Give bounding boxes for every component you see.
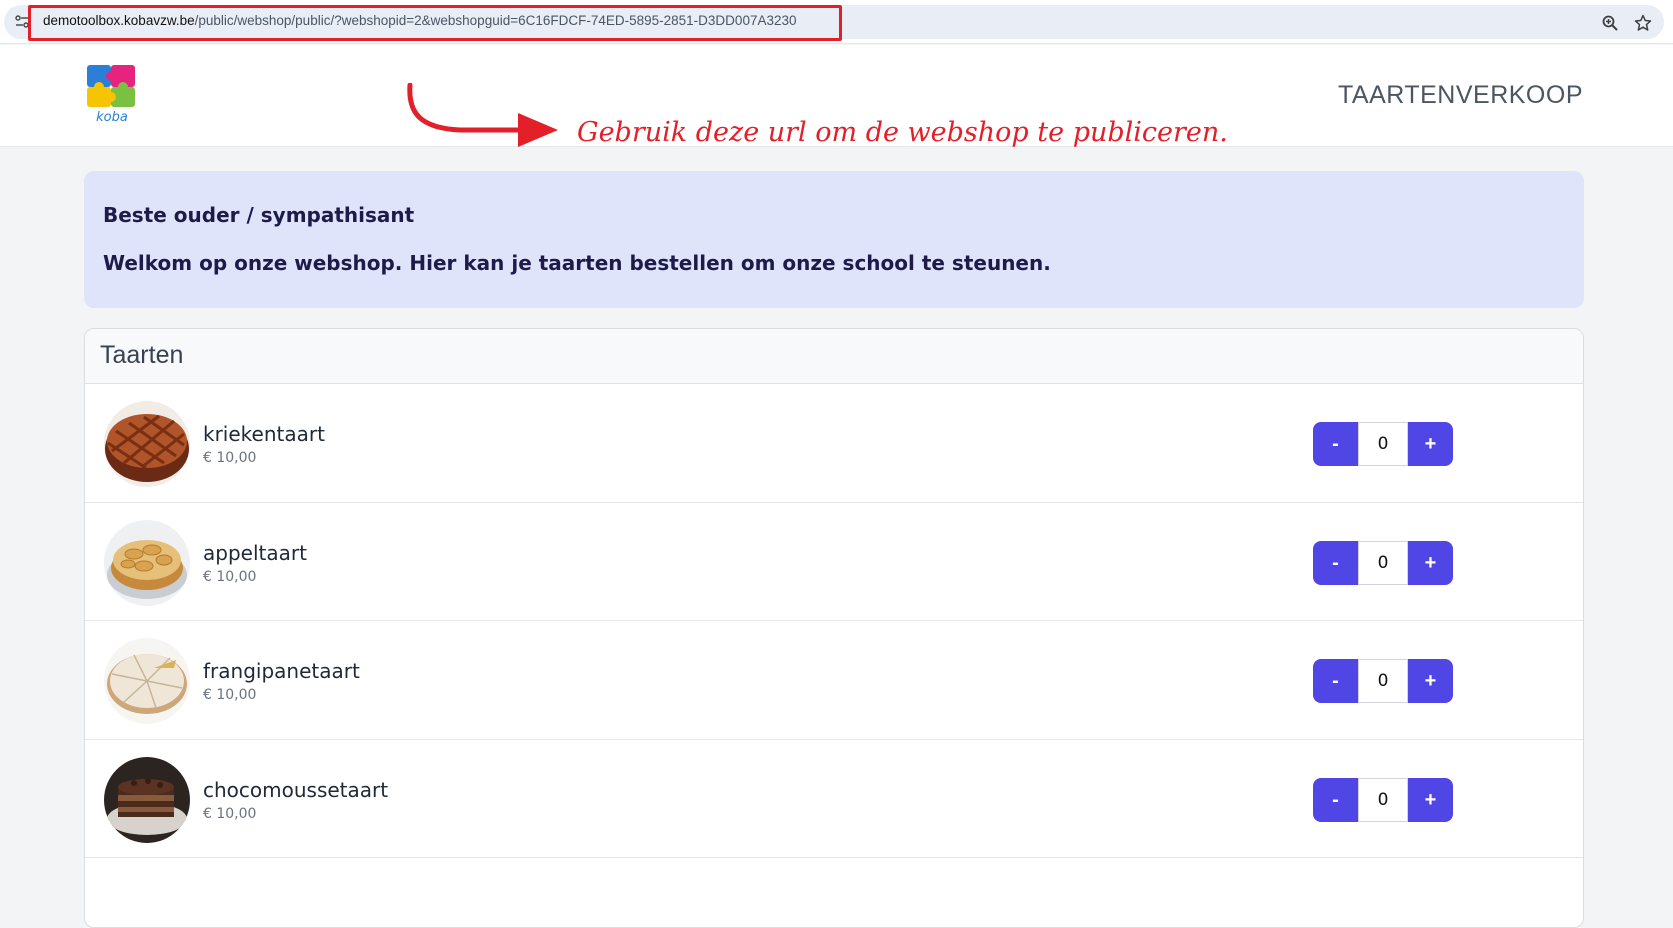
category-title: Taarten [85, 329, 1583, 384]
address-bar[interactable]: demotoolbox.kobavzw.be/public/webshop/pu… [4, 5, 1664, 39]
site-header: koba Gebruik deze url om de webshop te p… [0, 45, 1673, 148]
quantity-field[interactable]: 0 [1358, 659, 1408, 703]
product-price: € 10,00 [203, 805, 257, 822]
product-name: frangipanetaart [203, 659, 360, 683]
product-card: Taarten kriekentaart € 10,00 - 0 + appel… [84, 328, 1584, 928]
increase-button[interactable]: + [1408, 540, 1453, 585]
product-price: € 10,00 [203, 687, 257, 703]
welcome-intro: Welkom op onze webshop. Hier kan je taar… [103, 251, 1051, 275]
welcome-greeting: Beste ouder / sympathisant [103, 203, 415, 227]
quantity-stepper: - 0 + [1313, 422, 1453, 466]
decrease-button[interactable]: - [1313, 777, 1358, 822]
product-row: kriekentaart € 10,00 - 0 + [85, 384, 1583, 503]
frangipanetaart-image [104, 638, 190, 724]
quantity-stepper: - 0 + [1313, 540, 1453, 585]
product-row: frangipanetaart € 10,00 - 0 + [85, 621, 1583, 740]
site-info-icon[interactable] [14, 14, 30, 30]
quantity-field[interactable]: 0 [1358, 422, 1408, 466]
increase-button[interactable]: + [1408, 422, 1453, 466]
kriekentaart-image [104, 401, 190, 487]
product-row: appeltaart € 10,00 - 0 + [85, 503, 1583, 621]
koba-logo[interactable]: koba [85, 63, 139, 125]
quantity-field[interactable]: 0 [1358, 540, 1408, 585]
logo-text: koba [96, 110, 128, 125]
welcome-alert: Beste ouder / sympathisant Welkom op onz… [84, 171, 1584, 308]
increase-button[interactable]: + [1408, 659, 1453, 703]
increase-button[interactable]: + [1408, 777, 1453, 822]
chocomoussetaart-image [104, 756, 190, 843]
browser-toolbar: demotoolbox.kobavzw.be/public/webshop/pu… [0, 0, 1673, 44]
decrease-button[interactable]: - [1313, 659, 1358, 703]
zoom-icon[interactable] [1601, 14, 1619, 32]
quantity-stepper: - 0 + [1313, 777, 1453, 822]
product-name: chocomoussetaart [203, 777, 389, 802]
annotation-text: Gebruik deze url om de webshop te public… [577, 117, 1228, 148]
annotation-arrow-icon [407, 83, 558, 147]
site-title: TAARTENVERKOOP [1337, 81, 1583, 109]
product-price: € 10,00 [203, 450, 257, 466]
product-price: € 10,00 [203, 568, 257, 585]
quantity-stepper: - 0 + [1313, 659, 1453, 703]
url-text[interactable]: demotoolbox.kobavzw.be/public/webshop/pu… [43, 13, 797, 28]
product-row: chocomoussetaart € 10,00 - 0 + [85, 740, 1583, 858]
url-host: demotoolbox.kobavzw.be [43, 13, 195, 28]
appeltaart-image [104, 519, 190, 606]
product-name: appeltaart [203, 540, 307, 565]
bookmark-star-icon[interactable] [1634, 14, 1652, 32]
decrease-button[interactable]: - [1313, 422, 1358, 466]
url-path: /public/webshop/public/?webshopid=2&webs… [194, 13, 797, 28]
quantity-field[interactable]: 0 [1358, 777, 1408, 822]
decrease-button[interactable]: - [1313, 540, 1358, 585]
product-name: kriekentaart [203, 422, 325, 446]
